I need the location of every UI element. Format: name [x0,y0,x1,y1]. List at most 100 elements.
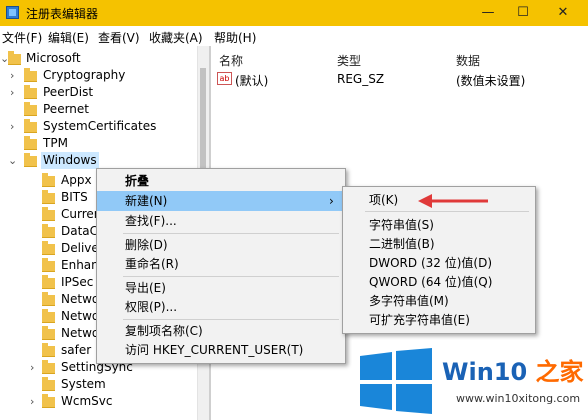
menu-item-rename[interactable]: 重命名(R) [97,254,345,274]
tree-item-label: BITS [61,190,88,204]
tree-item-label: Delive [61,241,99,255]
context-menu: 折叠 新建(N) › 查找(F)... 删除(D) 重命名(R) 导出(E) 权… [96,168,346,364]
folder-icon [42,241,55,255]
submenu-item-dword[interactable]: DWORD (32 位)值(D) [343,253,535,273]
tree-item-label: Windows [41,152,99,169]
tree-item-label: SystemCertificates [43,119,157,133]
folder-icon [42,343,55,357]
annotation-arrow-icon [418,194,488,208]
folder-icon [24,102,37,116]
folder-icon [42,173,55,187]
menu-separator [365,211,529,212]
submenu-item-binary[interactable]: 二进制值(B) [343,234,535,254]
tree-item-peernet[interactable]: Peernet [0,101,196,118]
watermark: Win10 之家 www.win10xitong.com [352,340,588,420]
tree-item-label: PeerDist [43,85,94,99]
tree-item-wcmsvc[interactable]: › WcmSvc [0,393,196,410]
tree-item-systemcertificates[interactable]: › SystemCertificates [0,118,196,135]
watermark-brand-accent: 之家 [527,358,584,386]
column-header-name[interactable]: 名称 [219,52,243,69]
menu-item-permissions[interactable]: 权限(P)... [97,297,345,317]
menu-item-collapse[interactable]: 折叠 [97,171,345,191]
menu-item-export[interactable]: 导出(E) [97,278,345,298]
menu-separator [123,233,339,234]
menu-bar: 文件(F) 编辑(E) 查看(V) 收藏夹(A) 帮助(H) [0,26,588,46]
menu-edit[interactable]: 编辑(E) [48,29,89,46]
tree-item-windows[interactable]: ⌄ Windows [0,152,196,169]
string-value-icon: ab [217,72,232,85]
tree-item-label: System [61,377,106,391]
watermark-url: www.win10xitong.com [456,392,581,405]
column-header-type[interactable]: 类型 [337,52,361,69]
tree-item-label: TPM [43,136,68,150]
menu-item-goto-hkcu[interactable]: 访问 HKEY_CURRENT_USER(T) [97,340,345,360]
folder-icon [42,309,55,323]
tree-item-label: safer [61,343,92,357]
window-title: 注册表编辑器 [26,7,99,21]
submenu-item-expandable-string[interactable]: 可扩充字符串值(E) [343,310,535,330]
folder-icon [24,68,37,82]
folder-icon [42,326,55,340]
tree-item-label: Microsoft [26,51,81,65]
folder-icon [42,190,55,204]
menu-separator [123,276,339,277]
value-type: REG_SZ [337,72,385,86]
folder-icon [42,292,55,306]
value-data: (数值未设置) [456,74,526,88]
column-header-data[interactable]: 数据 [456,52,480,69]
menu-item-delete[interactable]: 删除(D) [97,235,345,255]
tree-item-label: Netwo [61,326,100,340]
regedit-app-icon [6,6,19,19]
folder-icon [24,119,37,133]
tree-item-system[interactable]: System [0,376,196,393]
menu-view[interactable]: 查看(V) [98,29,140,46]
tree-item-peerdist[interactable]: › PeerDist [0,84,196,101]
folder-icon [24,136,37,150]
tree-item-label: Peernet [43,102,89,116]
chevron-down-icon[interactable]: ⌄ [8,152,17,169]
chevron-right-icon[interactable]: › [30,393,34,410]
value-name[interactable]: (默认) [235,72,268,89]
folder-icon [42,224,55,238]
title-bar: 注册表编辑器 — ☐ ✕ [0,0,588,26]
minimize-button[interactable]: — [473,3,503,23]
tree-item-label: Cryptography [43,68,126,82]
submenu-item-string[interactable]: 字符串值(S) [343,215,535,235]
menu-help[interactable]: 帮助(H) [214,29,256,46]
menu-item-find[interactable]: 查找(F)... [97,211,345,231]
tree-item-label: Appx [61,173,92,187]
submenu-item-qword[interactable]: QWORD (64 位)值(Q) [343,272,535,292]
tree-item-label: DataC [61,224,99,238]
watermark-brand-text: Win10 [442,358,528,386]
submenu-item-multi-string[interactable]: 多字符串值(M) [343,291,535,311]
tree-item-label: Enhan [61,258,99,272]
tree-item-label: WcmSvc [61,394,113,408]
windows-logo-icon [360,348,432,414]
chevron-right-icon[interactable]: › [30,359,34,376]
menu-favorites[interactable]: 收藏夹(A) [149,29,203,46]
tree-item-microsoft[interactable]: ⌄ Microsoft [0,50,196,67]
menu-separator [123,319,339,320]
close-button[interactable]: ✕ [548,3,578,23]
folder-icon [24,153,37,167]
folder-icon [42,275,55,289]
folder-icon [42,377,55,391]
tree-item-label: Netwo [61,292,100,306]
folder-icon [24,85,37,99]
tree-item-label: Netwo [61,309,100,323]
menu-item-new[interactable]: 新建(N) › [97,191,343,211]
tree-item-cryptography[interactable]: › Cryptography [0,67,196,84]
watermark-brand: Win10 之家 [442,352,584,387]
maximize-button[interactable]: ☐ [508,3,538,23]
menu-item-copy-key-name[interactable]: 复制项名称(C) [97,321,345,341]
folder-icon [42,360,55,374]
folder-icon [42,207,55,221]
chevron-right-icon[interactable]: › [10,84,14,101]
folder-icon [8,51,21,65]
menu-file[interactable]: 文件(F) [2,29,42,46]
chevron-right-icon[interactable]: › [10,118,14,135]
chevron-right-icon: › [329,194,334,208]
chevron-right-icon[interactable]: › [10,67,14,84]
folder-icon [42,394,55,408]
tree-item-tpm[interactable]: TPM [0,135,196,152]
